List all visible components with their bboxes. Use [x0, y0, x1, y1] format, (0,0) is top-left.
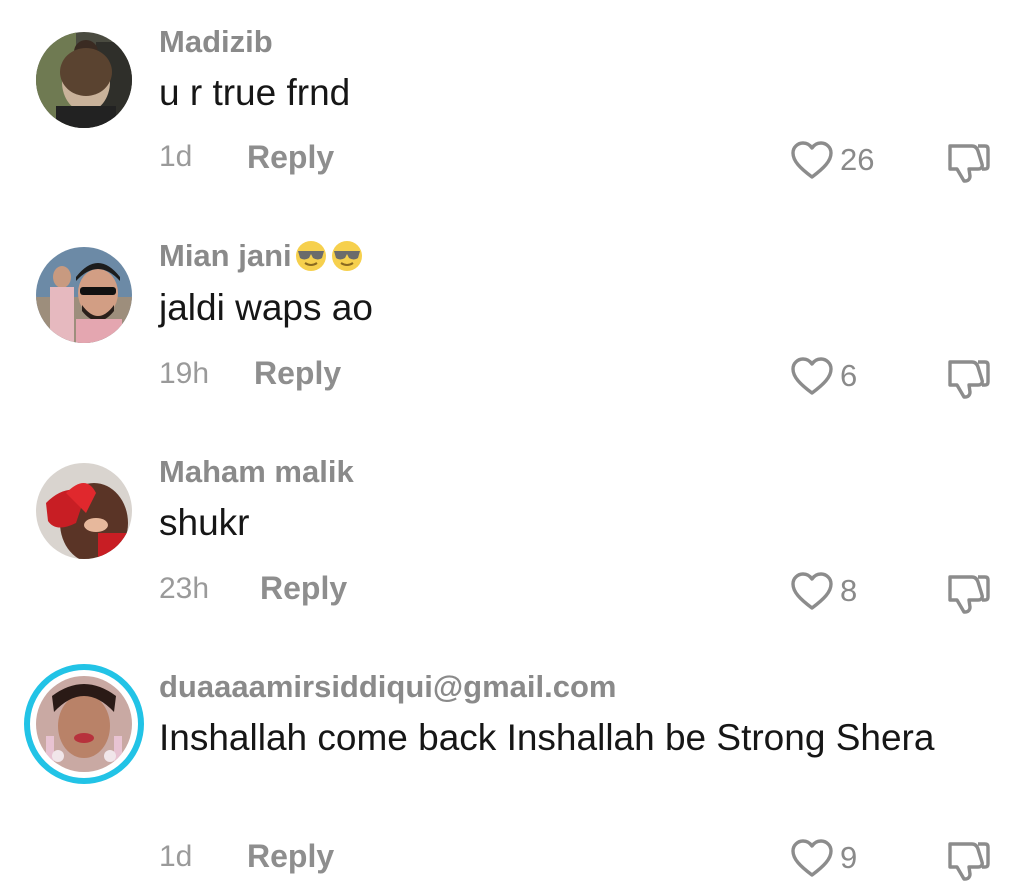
- comment-text: shukr: [159, 502, 250, 543]
- dislike-icon[interactable]: [944, 569, 990, 615]
- username[interactable]: duaaaamirsiddiqui@gmail.com: [159, 669, 616, 705]
- comment-text: jaldi waps ao: [159, 287, 373, 328]
- avatar-story-ring[interactable]: [24, 664, 144, 784]
- like-count: 8: [840, 573, 858, 608]
- comment-text: u r true frnd: [159, 72, 351, 113]
- user-avatar-photo-icon: [36, 676, 132, 772]
- username-text: Mian jani: [159, 238, 292, 273]
- username[interactable]: Mian jani: [159, 238, 364, 274]
- user-avatar-photo-icon: [36, 247, 132, 343]
- dislike-icon[interactable]: [944, 354, 990, 400]
- like-count: 9: [840, 840, 858, 875]
- username[interactable]: Madizib: [159, 24, 273, 60]
- like-button[interactable]: 6: [790, 356, 857, 396]
- like-count: 6: [840, 358, 858, 393]
- avatar[interactable]: [36, 247, 132, 343]
- like-button[interactable]: 26: [790, 140, 874, 180]
- heart-icon: [790, 571, 834, 611]
- like-button[interactable]: 8: [790, 571, 857, 611]
- like-count: 26: [840, 142, 875, 177]
- dislike-icon[interactable]: [944, 836, 990, 882]
- user-avatar-photo-icon: [36, 32, 132, 128]
- reply-button[interactable]: Reply: [247, 838, 334, 875]
- sunglasses-emoji-icon: [295, 241, 326, 271]
- reply-button[interactable]: Reply: [247, 139, 334, 176]
- reply-button[interactable]: Reply: [260, 570, 347, 607]
- heart-icon: [790, 838, 834, 878]
- comment-text: Inshallah come back Inshallah be Strong …: [159, 717, 935, 758]
- avatar[interactable]: [36, 32, 132, 128]
- timestamp: 23h: [159, 572, 210, 605]
- avatar[interactable]: [36, 463, 132, 559]
- heart-icon: [790, 356, 834, 396]
- like-button[interactable]: 9: [790, 838, 857, 878]
- reply-button[interactable]: Reply: [254, 355, 341, 392]
- dislike-icon[interactable]: [944, 138, 990, 184]
- sunglasses-emoji-icon: [331, 241, 362, 271]
- user-avatar-photo-icon: [36, 463, 132, 559]
- heart-icon: [790, 140, 834, 180]
- username[interactable]: Maham malik: [159, 454, 354, 490]
- timestamp: 1d: [159, 840, 193, 873]
- timestamp: 1d: [159, 140, 193, 173]
- timestamp: 19h: [159, 357, 210, 390]
